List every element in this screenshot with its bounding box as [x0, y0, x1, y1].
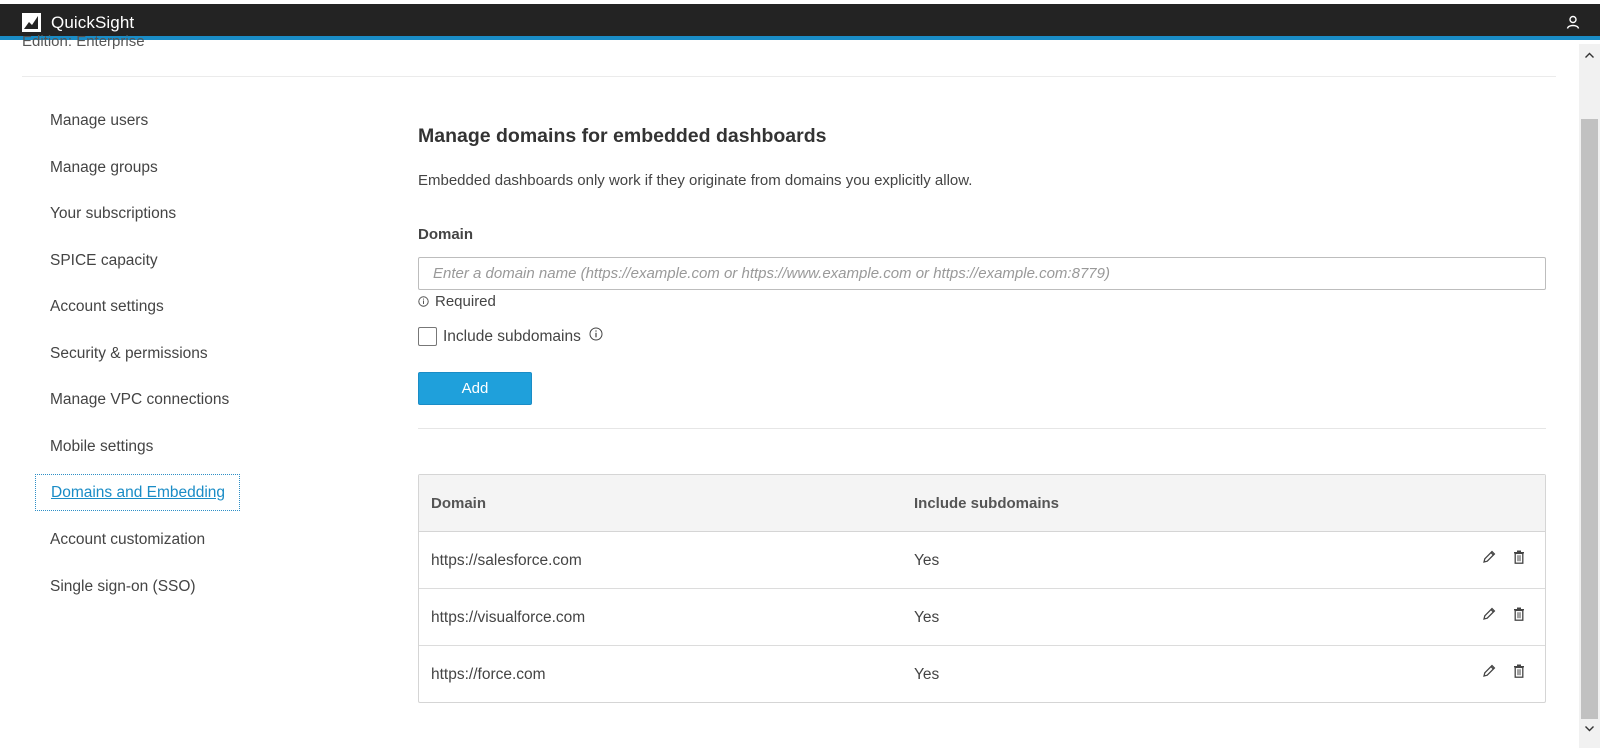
sidebar-item-manage-users[interactable]: Manage users: [50, 112, 148, 130]
table-row: https://visualforce.com Yes: [419, 589, 1545, 646]
delete-icon[interactable]: [1511, 606, 1527, 622]
edition-label: Edition: Enterprise: [22, 35, 145, 50]
required-hint: Required: [418, 293, 496, 310]
sidebar-item-account-settings[interactable]: Account settings: [50, 298, 164, 316]
quicksight-logo-icon[interactable]: [22, 13, 41, 32]
edit-icon[interactable]: [1481, 549, 1497, 565]
include-subdomains-cell: Yes: [914, 552, 940, 569]
app-brand-name[interactable]: QuickSight: [51, 13, 134, 33]
edit-icon[interactable]: [1481, 606, 1497, 622]
info-icon[interactable]: [589, 327, 603, 341]
domain-input[interactable]: [418, 257, 1546, 290]
required-text: Required: [435, 293, 496, 310]
sidebar-item-your-subscriptions[interactable]: Your subscriptions: [50, 205, 176, 223]
header-divider: [22, 76, 1556, 77]
delete-icon[interactable]: [1511, 549, 1527, 565]
include-subdomains-row: Include subdomains: [418, 327, 603, 346]
sidebar-item-mobile-settings[interactable]: Mobile settings: [50, 438, 153, 456]
delete-icon[interactable]: [1511, 663, 1527, 679]
page-description: Embedded dashboards only work if they or…: [418, 172, 973, 189]
edit-icon[interactable]: [1481, 663, 1497, 679]
sidebar-item-single-sign-on[interactable]: Single sign-on (SSO): [50, 578, 196, 596]
sidebar-item-manage-groups[interactable]: Manage groups: [50, 159, 158, 177]
column-header-domain: Domain: [431, 495, 487, 512]
scrollbar-thumb[interactable]: [1581, 119, 1598, 719]
include-subdomains-checkbox[interactable]: [418, 327, 437, 346]
section-divider: [418, 428, 1546, 429]
table-header: Domain Include subdomains: [419, 475, 1545, 532]
column-header-include-subdomains: Include subdomains: [914, 495, 1060, 512]
include-subdomains-cell: Yes: [914, 609, 940, 626]
vertical-scrollbar[interactable]: [1579, 44, 1600, 748]
add-domain-button[interactable]: Add: [418, 372, 532, 405]
sidebar-item-spice-capacity[interactable]: SPICE capacity: [50, 252, 158, 270]
scroll-down-icon[interactable]: [1584, 723, 1595, 734]
include-subdomains-cell: Yes: [914, 666, 940, 683]
domain-cell: https://salesforce.com: [431, 552, 582, 569]
domain-field-label: Domain: [418, 226, 474, 243]
domains-table: Domain Include subdomains https://salesf…: [418, 474, 1546, 703]
domain-cell: https://force.com: [431, 666, 546, 683]
include-subdomains-label[interactable]: Include subdomains: [443, 328, 581, 346]
table-row: https://force.com Yes: [419, 646, 1545, 702]
page-title: Manage domains for embedded dashboards: [418, 125, 827, 147]
scroll-up-icon[interactable]: [1584, 50, 1595, 61]
sidebar-item-manage-vpc-connections[interactable]: Manage VPC connections: [50, 391, 229, 409]
domain-cell: https://visualforce.com: [431, 609, 586, 626]
top-navigation-bar: QuickSight: [0, 4, 1600, 40]
sidebar-item-domains-and-embedding[interactable]: Domains and Embedding: [35, 474, 241, 511]
sidebar-item-security-permissions[interactable]: Security & permissions: [50, 345, 208, 363]
table-row: https://salesforce.com Yes: [419, 532, 1545, 589]
user-icon[interactable]: [1566, 15, 1580, 29]
info-icon: [418, 296, 429, 307]
sidebar-item-account-customization[interactable]: Account customization: [50, 531, 205, 549]
